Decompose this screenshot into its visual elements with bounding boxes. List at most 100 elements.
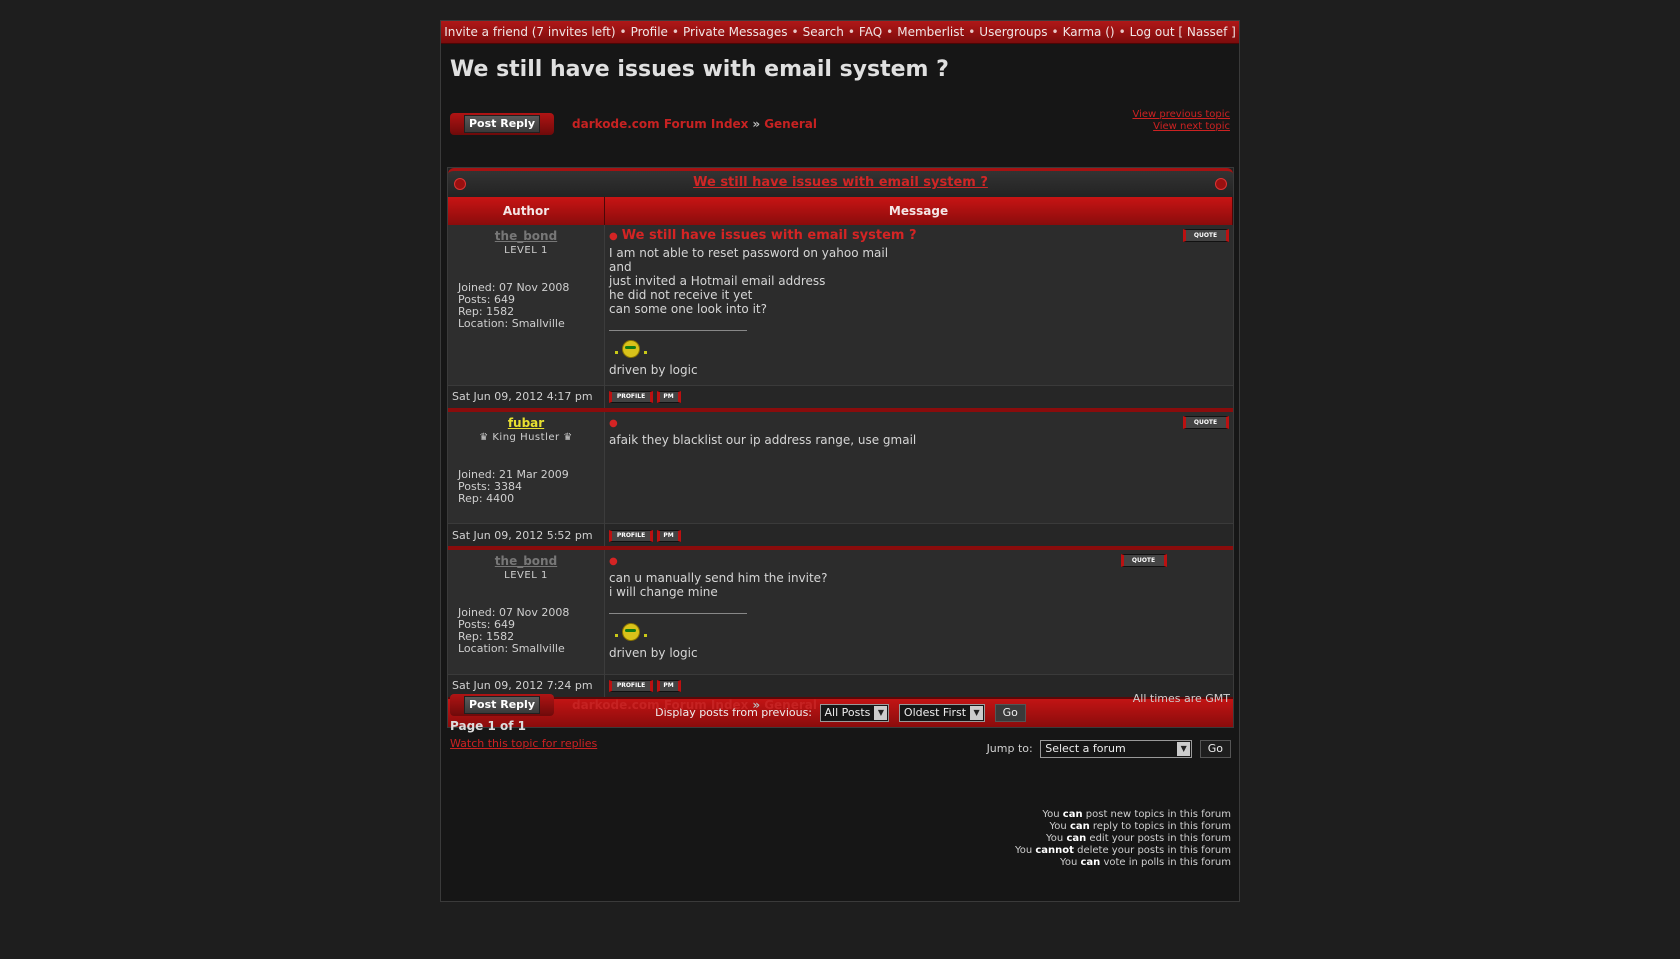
message-column-header: Message xyxy=(604,197,1233,225)
nav-logout[interactable]: Log out [ Nassef ] xyxy=(1130,25,1236,39)
author-rep: Rep: 4400 xyxy=(458,491,515,505)
nav-private-messages[interactable]: Private Messages xyxy=(683,25,788,39)
previous-topic-link[interactable]: View previous topic xyxy=(1132,109,1230,120)
next-topic-link[interactable]: View next topic xyxy=(1153,121,1230,132)
dropdown-arrow-icon: ▼ xyxy=(1177,742,1191,756)
nav-faq[interactable]: FAQ xyxy=(859,25,882,39)
breadcrumb-arrow: » xyxy=(752,117,761,131)
profile-button[interactable]: PROFILE xyxy=(609,391,653,403)
post-row: fubar ♛ King Hustler ♛ Joined: 21 Mar 20… xyxy=(448,411,1233,524)
post-subject: ● xyxy=(609,416,1229,431)
signature-divider xyxy=(609,330,747,331)
post-body-line: i will change mine xyxy=(609,585,718,599)
signature-text: driven by logic xyxy=(609,363,698,377)
bottom-action-bar: Post Reply darkode.com Forum Index » Gener… xyxy=(450,692,1230,718)
signature-smiley-icon xyxy=(615,622,1229,642)
profile-button[interactable]: PROFILE xyxy=(609,680,653,692)
breadcrumb-forum[interactable]: General xyxy=(764,698,817,712)
post-reply-label: Post Reply xyxy=(464,115,540,133)
post-actions: PROFILE PM xyxy=(604,384,1233,408)
topic-header: We still have issues with email system ? xyxy=(448,168,1233,197)
author-name[interactable]: fubar xyxy=(448,416,604,430)
topic-title-link[interactable]: We still have issues with email system ? xyxy=(693,175,988,190)
post-body-line: I am not able to reset password on yahoo… xyxy=(609,246,889,260)
post-subject-text: We still have issues with email system ? xyxy=(621,228,917,243)
signature-divider xyxy=(609,613,747,614)
forum-permissions: You can post new topics in this forum Yo… xyxy=(1015,809,1231,869)
topic-navigation: View previous topic View next topic xyxy=(1132,109,1230,133)
nav-profile[interactable]: Profile xyxy=(631,25,668,39)
permission-line: You can reply to topics in this forum xyxy=(1049,821,1231,832)
jump-go-button[interactable]: Go xyxy=(1199,740,1231,758)
posts-table: Author Message the_bond LEVEL 1 Joined: … xyxy=(448,197,1233,697)
post-message-cell: QUOTE ● afaik they blacklist our ip addr… xyxy=(604,411,1233,524)
post-body-line: afaik they blacklist our ip address rang… xyxy=(609,432,917,447)
author-name[interactable]: the_bond xyxy=(448,554,604,568)
breadcrumb-index[interactable]: darkode.com Forum Index xyxy=(572,117,748,131)
permission-line: You cannot delete your posts in this for… xyxy=(1014,845,1231,856)
author-stats: Joined: 21 Mar 2009 Posts: 3384 Rep: 440… xyxy=(458,468,604,505)
post-bullet-icon: ● xyxy=(609,231,618,242)
pm-button[interactable]: PM xyxy=(656,391,681,403)
nav-separator: • xyxy=(847,25,855,39)
quote-button[interactable]: QUOTE xyxy=(1120,554,1167,567)
author-stats: Joined: 07 Nov 2008 Posts: 649 Rep: 1582… xyxy=(458,282,604,330)
nav-separator: • xyxy=(619,25,627,39)
breadcrumb-arrow: » xyxy=(752,698,761,712)
nav-separator: • xyxy=(1051,25,1059,39)
post-row: the_bond LEVEL 1 Joined: 07 Nov 2008 Pos… xyxy=(448,225,1233,385)
nav-invite[interactable]: Invite a friend (7 invites left) xyxy=(444,25,615,39)
post-body-line: he did not receive it yet xyxy=(609,288,753,302)
watch-topic-link[interactable]: Watch this topic for replies xyxy=(450,737,597,750)
post-body-line: and xyxy=(609,260,632,274)
nav-karma[interactable]: Karma () xyxy=(1063,25,1115,39)
signature-text: driven by logic xyxy=(609,646,698,660)
quote-button[interactable]: QUOTE xyxy=(1182,415,1229,429)
author-location: Location: Smallville xyxy=(458,317,565,330)
nav-memberlist[interactable]: Memberlist xyxy=(897,25,964,39)
post-date: Sat Jun 09, 2012 5:52 pm xyxy=(448,523,605,546)
post-message-cell: QUOTE ● We still have issues with email s… xyxy=(604,225,1233,385)
post-footer: Sat Jun 09, 2012 4:17 pm PROFILE PM xyxy=(448,384,1233,408)
author-rank: LEVEL 1 xyxy=(504,570,548,581)
jump-label: Jump to: xyxy=(986,742,1033,755)
nav-usergroups[interactable]: Usergroups xyxy=(979,25,1047,39)
post-body-line: can some one look into it? xyxy=(609,302,767,316)
header-dot-icon xyxy=(454,178,466,190)
breadcrumb: darkode.com Forum Index » General xyxy=(572,117,817,131)
topic-table: We still have issues with email system ?… xyxy=(447,167,1234,728)
jump-forum-select[interactable]: Select a forum ▼ xyxy=(1040,740,1193,758)
post-reply-button[interactable]: Post Reply xyxy=(450,694,554,716)
post-body-line: just invited a Hotmail email address xyxy=(609,274,826,288)
breadcrumb-forum[interactable]: General xyxy=(764,117,817,131)
permission-line: You can edit your posts in this forum xyxy=(1046,833,1231,844)
top-navigation: Invite a friend (7 invites left) • Profile… xyxy=(441,21,1239,44)
post-author-cell: the_bond LEVEL 1 Joined: 07 Nov 2008 Pos… xyxy=(448,225,605,385)
jump-select-value: Select a forum xyxy=(1045,742,1126,755)
header-dot-icon xyxy=(1215,178,1227,190)
permission-line: You can vote in polls in this forum xyxy=(1060,857,1231,868)
post-body-line: can u manually send him the invite? xyxy=(609,571,828,585)
top-action-bar: Post Reply darkode.com Forum Index » Gener… xyxy=(450,109,1230,137)
post-author-cell: fubar ♛ King Hustler ♛ Joined: 21 Mar 20… xyxy=(448,411,605,524)
pm-button[interactable]: PM xyxy=(656,680,681,692)
pm-button[interactable]: PM xyxy=(656,529,681,542)
author-posts: Posts: 3384 xyxy=(458,479,522,493)
author-name[interactable]: the_bond xyxy=(448,229,604,243)
nav-search[interactable]: Search xyxy=(803,25,844,39)
author-location: Location: Smallville xyxy=(458,642,565,655)
author-rank: LEVEL 1 xyxy=(504,245,548,256)
post-actions: PROFILE PM xyxy=(604,523,1233,546)
post-bullet-icon: ● xyxy=(609,556,618,567)
jump-to: Jump to: Select a forum ▼ Go xyxy=(987,740,1231,758)
post-reply-label: Post Reply xyxy=(464,696,540,714)
profile-button[interactable]: PROFILE xyxy=(609,529,653,542)
page-container: Invite a friend (7 invites left) • Profile… xyxy=(440,20,1240,902)
nav-separator: • xyxy=(671,25,679,39)
post-reply-button[interactable]: Post Reply xyxy=(450,113,554,135)
breadcrumb-index[interactable]: darkode.com Forum Index xyxy=(572,698,748,712)
nav-separator: • xyxy=(886,25,894,39)
post-row: the_bond LEVEL 1 Joined: 07 Nov 2008 Pos… xyxy=(448,550,1233,674)
quote-button[interactable]: QUOTE xyxy=(1182,229,1229,242)
post-message-cell: QUOTE ● can u manually send him the invi… xyxy=(604,550,1233,674)
